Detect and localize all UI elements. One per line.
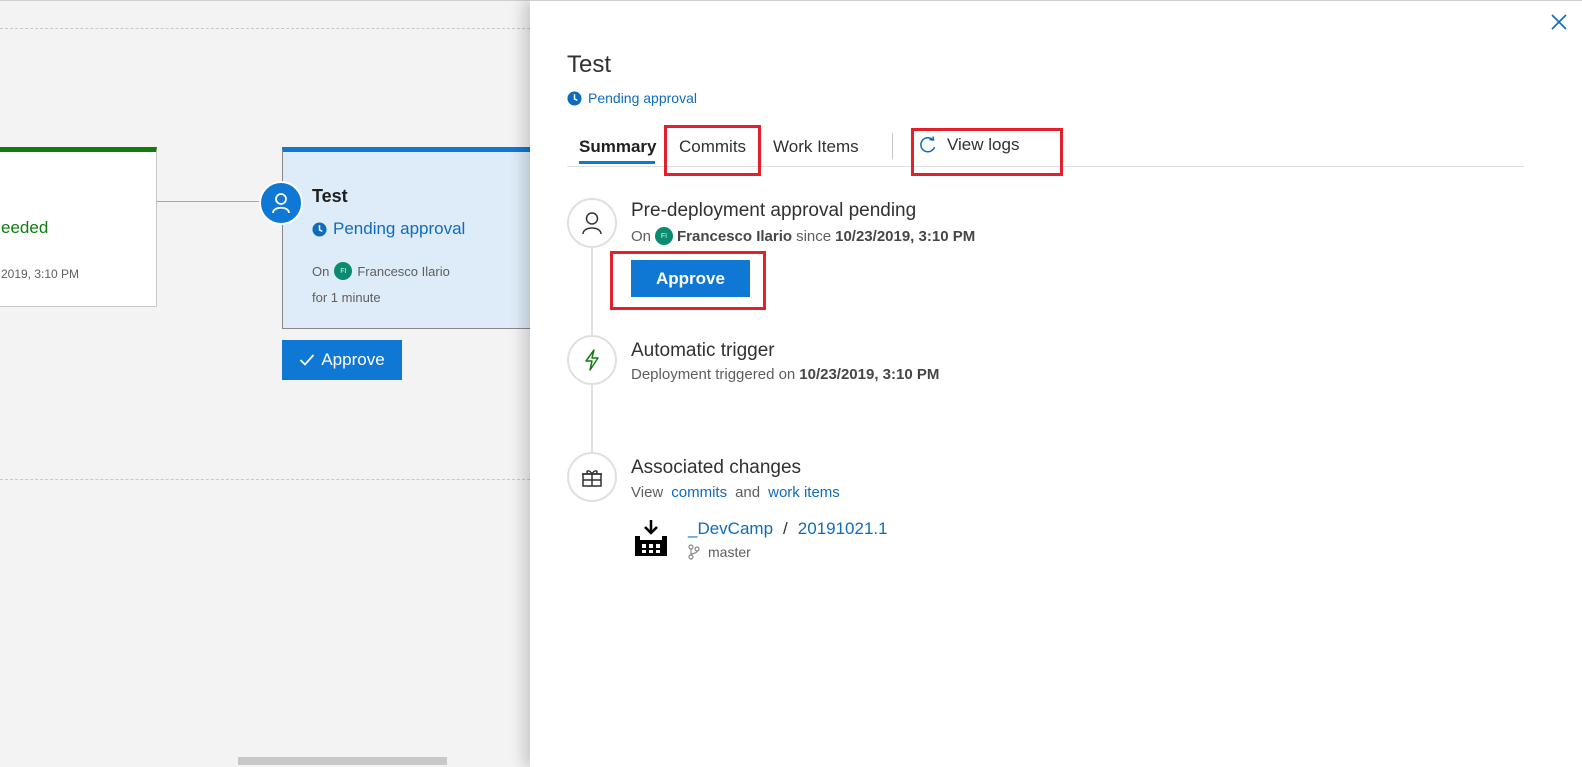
- panel-status: Pending approval: [567, 90, 697, 106]
- clock-icon: [312, 221, 327, 237]
- artifact-icon: [631, 518, 671, 560]
- stage-lane-divider: [0, 479, 530, 480]
- commits-link[interactable]: commits: [671, 484, 727, 501]
- approver-name: Francesco Ilario: [677, 227, 793, 245]
- release-stage-panel: Test Pending approval Summary Commits Wo…: [530, 0, 1582, 767]
- trigger-step-icon: [567, 335, 617, 385]
- avatar: FI: [334, 262, 353, 280]
- branch-icon: [688, 544, 700, 560]
- horizontal-scrollbar[interactable]: [238, 757, 447, 765]
- approval-step-detail: On FI Francesco Ilario since 10/23/2019,…: [631, 227, 975, 245]
- clock-icon: [567, 90, 582, 106]
- trigger-text: Deployment triggered on: [631, 366, 796, 383]
- changes-step-detail: View commits and work items: [631, 484, 840, 501]
- close-panel-button[interactable]: [1550, 13, 1568, 31]
- tab-bar: Summary Commits Work Items View logs: [567, 129, 1524, 167]
- artifact-separator: /: [783, 519, 788, 538]
- trigger-date: 10/23/2019, 3:10 PM: [799, 366, 940, 383]
- trigger-step-title: Automatic trigger: [631, 340, 775, 361]
- stage-duration: for 1 minute: [312, 290, 381, 305]
- changes-step-title: Associated changes: [631, 457, 802, 478]
- refresh-icon: [920, 136, 936, 153]
- view-logs-button[interactable]: View logs: [919, 135, 1019, 155]
- close-icon: [1551, 14, 1567, 30]
- approval-step-title: Pre-deployment approval pending: [631, 200, 917, 221]
- approver-name: Francesco Ilario: [357, 263, 450, 279]
- on-label: On: [312, 263, 330, 279]
- stage-approver-line: On FI Francesco Ilario: [312, 262, 450, 280]
- canvas-approve-label: Approve: [321, 350, 385, 369]
- since-label: since: [796, 227, 832, 245]
- check-icon: [300, 354, 315, 366]
- user-icon: [582, 212, 602, 235]
- stage-status-label: Pending approval: [333, 219, 466, 238]
- artifact-name-link[interactable]: _DevCamp: [688, 519, 773, 539]
- active-tab-indicator: [579, 161, 655, 164]
- test-stage-card[interactable]: Test Pending approval On FI Francesco Il…: [282, 147, 530, 329]
- stage-lane-divider: [0, 28, 530, 29]
- stage-connector: [157, 201, 262, 202]
- stage-title: Test: [312, 186, 348, 206]
- branch-name: master: [708, 544, 751, 560]
- approval-date: 10/23/2019, 3:10 PM: [835, 227, 976, 245]
- and-label: and: [735, 484, 761, 501]
- previous-stage-date: 2019, 3:10 PM: [1, 267, 80, 281]
- canvas-approve-button[interactable]: Approve: [282, 340, 402, 380]
- trigger-step-detail: Deployment triggered on 10/23/2019, 3:10…: [631, 366, 939, 383]
- artifact-line: _DevCamp / 20191021.1: [688, 519, 888, 539]
- panel-status-label: Pending approval: [588, 90, 697, 106]
- user-icon: [272, 193, 290, 214]
- artifact-branch-line: master: [688, 544, 751, 560]
- page-title: Test: [567, 51, 612, 78]
- previous-stage-card[interactable]: eeded 2019, 3:10 PM: [0, 147, 157, 307]
- approval-step-icon: [567, 198, 617, 248]
- stage-status: Pending approval: [312, 219, 465, 239]
- view-logs-label: View logs: [947, 135, 1020, 154]
- avatar: FI: [655, 227, 674, 245]
- approve-button[interactable]: Approve: [631, 260, 750, 297]
- tab-commits[interactable]: Commits: [679, 137, 746, 157]
- gift-icon: [582, 470, 602, 487]
- previous-stage-status: eeded: [1, 218, 49, 237]
- pipeline-canvas: eeded 2019, 3:10 PM Test Pending approva…: [0, 0, 530, 767]
- build-number-link[interactable]: 20191021.1: [798, 519, 888, 539]
- tab-divider: [892, 133, 893, 159]
- stage-approver-avatar[interactable]: [259, 181, 303, 225]
- tab-work-items[interactable]: Work Items: [773, 137, 859, 157]
- tab-summary[interactable]: Summary: [579, 137, 656, 157]
- changes-step-icon: [567, 452, 617, 502]
- lightning-icon: [585, 349, 599, 371]
- work-items-link[interactable]: work items: [768, 484, 840, 501]
- view-label: View: [631, 484, 664, 501]
- on-label: On: [631, 227, 652, 245]
